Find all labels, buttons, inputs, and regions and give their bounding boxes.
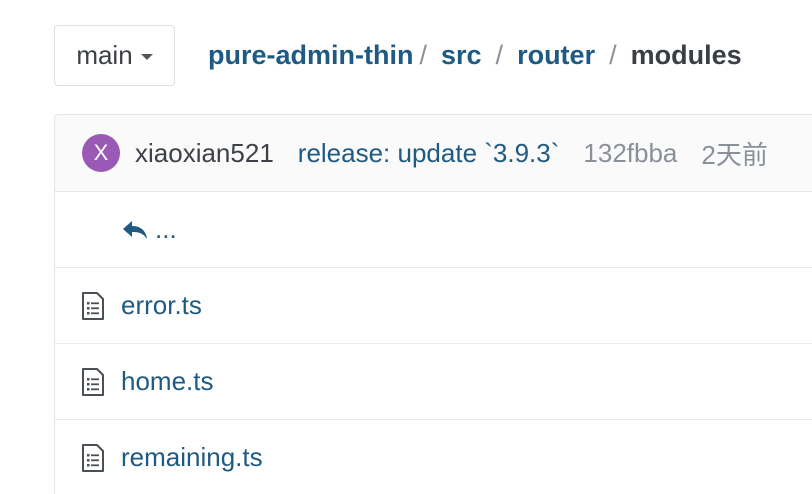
commit-author[interactable]: xiaoxian521 <box>135 138 274 169</box>
file-row[interactable]: error.ts <box>55 268 812 344</box>
file-text-icon <box>82 291 104 320</box>
breadcrumb-separator: / <box>495 40 504 70</box>
breadcrumb-separator: / <box>419 40 427 70</box>
breadcrumb: pure-admin-thin / src / router / modules <box>208 40 742 71</box>
last-commit-bar: X xiaoxian521 release: update `3.9.3` 13… <box>55 115 812 192</box>
file-row[interactable]: home.ts <box>55 344 812 420</box>
commit-time: 2天前 <box>701 139 768 170</box>
repo-file-browser: main pure-admin-thin / src / router / mo… <box>0 0 812 494</box>
parent-directory-label: ... <box>155 214 177 244</box>
breadcrumb-current: modules <box>630 40 742 70</box>
reply-arrow-icon <box>123 220 147 239</box>
file-text-icon <box>82 367 104 396</box>
file-tree-panel: X xiaoxian521 release: update `3.9.3` 13… <box>54 114 812 494</box>
avatar[interactable]: X <box>82 134 120 172</box>
file-name-link[interactable]: home.ts <box>121 366 214 397</box>
file-name-link[interactable]: remaining.ts <box>121 442 263 473</box>
breadcrumb-link-src[interactable]: src <box>441 40 482 71</box>
file-text-icon <box>82 443 104 472</box>
breadcrumb-link-repo[interactable]: pure-admin-thin <box>208 40 413 71</box>
commit-message-link[interactable]: release: update `3.9.3` <box>298 138 560 169</box>
parent-directory-row[interactable]: ... <box>55 192 812 268</box>
branch-label: main <box>76 40 133 70</box>
file-row[interactable]: remaining.ts <box>55 420 812 494</box>
breadcrumb-link-router[interactable]: router <box>517 40 595 71</box>
caret-down-icon <box>140 53 153 60</box>
branch-selector-button[interactable]: main <box>54 25 175 86</box>
commit-sha-link[interactable]: 132fbba <box>583 138 677 169</box>
breadcrumb-separator: / <box>609 40 617 70</box>
file-name-link[interactable]: error.ts <box>121 290 202 321</box>
